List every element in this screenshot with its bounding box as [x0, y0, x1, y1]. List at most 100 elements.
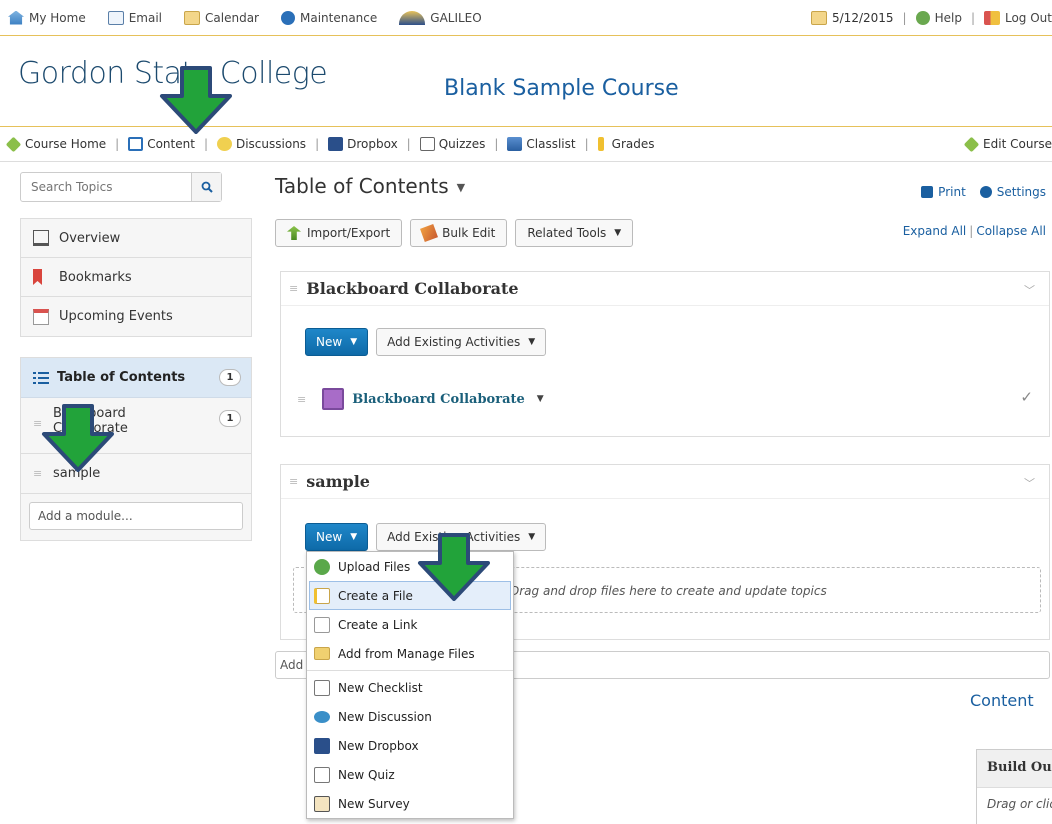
import-export-button[interactable]: Import/Export — [275, 219, 403, 247]
list-icon — [33, 371, 49, 384]
menu-item-add-from-manage-files[interactable]: Add from Manage Files — [307, 639, 513, 668]
nav-dropbox-label: Dropbox — [347, 137, 398, 151]
module-title: Blackboard Collaborate — [306, 279, 519, 298]
classlist-icon — [507, 137, 523, 151]
nav-edit-course[interactable]: Edit Course — [963, 136, 1052, 152]
chevron-down-icon: ▼ — [528, 337, 536, 347]
settings-link[interactable]: Settings — [979, 185, 1046, 199]
dropzone-text: Drag and drop files here to create and u… — [510, 584, 827, 598]
help-icon — [915, 11, 930, 25]
topic-link[interactable]: Blackboard Collaborate — [352, 392, 525, 407]
menu-item-create-a-link[interactable]: Create a Link — [307, 610, 513, 639]
logout-link[interactable]: Log Out — [983, 11, 1052, 25]
menu-item-new-discussion[interactable]: New Discussion — [307, 702, 513, 731]
search-topics-input[interactable] — [21, 173, 191, 201]
separator: | — [203, 137, 208, 151]
minibar: My Home Email Calendar Maintenance GALIL… — [0, 0, 1052, 36]
nav-discussions[interactable]: Discussions — [216, 137, 306, 151]
module-header[interactable]: ≡ sample ﹀ — [281, 465, 1049, 499]
menu-item-new-quiz[interactable]: New Quiz — [307, 760, 513, 789]
bulk-edit-button[interactable]: Bulk Edit — [410, 219, 508, 247]
galileo-icon — [399, 10, 426, 25]
module-actions: New ▼ Add Existing Activities ▼ — [305, 328, 547, 356]
home-icon — [8, 10, 24, 25]
course-name[interactable]: Blank Sample Course — [444, 76, 679, 101]
related-tools-button[interactable]: Related Tools ▼ — [515, 219, 634, 247]
nav-quizzes[interactable]: Quizzes — [419, 137, 485, 151]
page-title[interactable]: Table of Contents ▼ — [275, 174, 465, 198]
calendar-date-icon — [811, 11, 827, 25]
topic-row[interactable]: ≡ Blackboard Collaborate ▼ — [297, 388, 544, 410]
menu-item-label: Add from Manage Files — [338, 646, 475, 661]
import-export-icon — [287, 226, 301, 240]
add-module-input[interactable]: Add a module... — [29, 502, 243, 530]
nav-dropbox[interactable]: Dropbox — [328, 137, 398, 151]
nav-grades[interactable]: Grades — [597, 137, 654, 151]
arrow-down-icon — [418, 533, 490, 601]
toc-header[interactable]: Table of Contents 1 — [21, 358, 251, 398]
top-links: Print Settings — [907, 185, 1046, 199]
chevron-down-icon[interactable]: ▼ — [457, 181, 465, 194]
minibar-galileo-link[interactable]: GALILEO — [399, 10, 482, 25]
new-button[interactable]: New ▼ — [305, 328, 369, 356]
search-topics — [20, 172, 222, 202]
separator: | — [970, 11, 975, 25]
new-button[interactable]: New ▼ — [305, 523, 369, 551]
discussion-icon — [314, 710, 330, 723]
sidebar-item-upcoming-events[interactable]: Upcoming Events — [21, 297, 251, 336]
bulk-edit-label: Bulk Edit — [442, 226, 496, 240]
add-existing-activities-button[interactable]: Add Existing Activities ▼ — [376, 328, 547, 356]
sidebar-item-overview[interactable]: Overview — [21, 219, 251, 258]
menu-item-label: New Checklist — [338, 680, 423, 695]
menu-item-new-survey[interactable]: New Survey — [307, 789, 513, 818]
minibar-home-link[interactable]: My Home — [8, 10, 86, 25]
minibar-maintenance-link[interactable]: Maintenance — [280, 10, 377, 25]
create-file-icon — [314, 587, 330, 604]
minibar-calendar-label: Calendar — [205, 10, 259, 25]
print-link[interactable]: Print — [921, 185, 966, 199]
menu-divider — [307, 670, 513, 671]
content-sidebar: Overview Bookmarks Upcoming Events Table… — [20, 172, 252, 541]
separator: | — [315, 137, 320, 151]
email-icon — [107, 10, 124, 25]
drag-handle-icon[interactable]: ≡ — [289, 475, 298, 488]
arrow-down-icon — [42, 404, 114, 472]
menu-item-label: New Dropbox — [338, 738, 419, 753]
nav-course-home[interactable]: Course Home — [5, 136, 107, 152]
chevron-down-icon[interactable]: ▼ — [537, 394, 544, 404]
nav-content[interactable]: Content — [128, 137, 195, 151]
menu-item-new-dropbox[interactable]: New Dropbox — [307, 731, 513, 760]
help-link[interactable]: Help — [915, 11, 962, 25]
grades-icon — [597, 137, 604, 151]
separator: | — [969, 224, 974, 238]
separator: | — [115, 137, 120, 151]
content-link[interactable]: Content — [970, 691, 1034, 710]
drag-handle-icon[interactable]: ≡ — [289, 282, 298, 295]
separator: | — [584, 137, 589, 151]
nav-classlist[interactable]: Classlist — [507, 137, 576, 151]
build-outline-text: Drag or click — [987, 797, 1052, 811]
bookmark-icon — [33, 269, 42, 285]
menu-item-new-checklist[interactable]: New Checklist — [307, 673, 513, 702]
minibar-calendar-link[interactable]: Calendar — [184, 10, 259, 25]
toc-header-label: Table of Contents — [57, 370, 186, 385]
pencil-icon — [420, 224, 439, 242]
chevron-down-icon[interactable]: ﹀ — [1024, 475, 1035, 491]
folder-icon — [314, 647, 330, 660]
menu-item-label: Create a File — [338, 588, 413, 603]
nav-course-home-label: Course Home — [25, 137, 107, 151]
minibar-home-label: My Home — [29, 10, 86, 25]
sidebar-item-bookmarks[interactable]: Bookmarks — [21, 258, 251, 297]
add-existing-label: Add Existing Activities — [387, 335, 521, 349]
module-header[interactable]: ≡ Blackboard Collaborate ﹀ — [281, 272, 1049, 306]
chevron-down-icon: ▼ — [350, 337, 358, 347]
quizzes-icon — [419, 137, 435, 151]
search-button[interactable] — [191, 173, 221, 201]
collapse-all-link[interactable]: Collapse All — [976, 224, 1046, 238]
checkmark-icon: ✓ — [1020, 388, 1033, 406]
chevron-down-icon[interactable]: ﹀ — [1024, 282, 1035, 298]
expand-all-link[interactable]: Expand All — [903, 224, 967, 238]
minibar-email-link[interactable]: Email — [107, 10, 162, 25]
dropbox-icon — [328, 137, 344, 151]
drag-handle-icon[interactable]: ≡ — [297, 393, 306, 406]
